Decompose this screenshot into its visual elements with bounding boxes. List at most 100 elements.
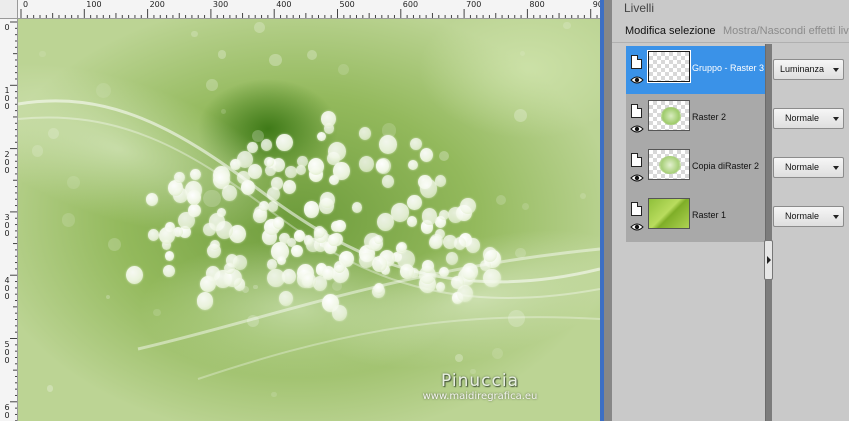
watermark: Pinuccia www.maidiregrafica.eu xyxy=(410,371,550,402)
layer-row[interactable]: Copia diRaster 2 xyxy=(626,144,768,192)
ruler-label: 1 0 0 xyxy=(4,86,10,112)
layer-name: Copia diRaster 2 xyxy=(692,161,760,171)
flower-bell xyxy=(263,157,274,168)
flower-bell xyxy=(158,227,175,244)
flower-bell xyxy=(483,246,498,262)
layer-row[interactable]: Raster 1 xyxy=(626,193,768,241)
app-window: 0100200300400500600700800900 01 0 02 0 0… xyxy=(0,0,849,421)
flower-bell xyxy=(445,252,458,265)
flower-bell xyxy=(352,202,363,213)
ruler-label: 300 xyxy=(212,0,229,9)
blend-mode-select[interactable]: Normale xyxy=(773,206,844,227)
layer-mask-icon[interactable] xyxy=(631,55,642,69)
flower-bell xyxy=(316,131,326,142)
bokeh-dot xyxy=(337,64,349,75)
tab-edit-selection[interactable]: Modifica selezione xyxy=(625,25,716,37)
layer-mask-icon[interactable] xyxy=(631,104,642,118)
flower-bell xyxy=(164,251,175,262)
image-canvas[interactable]: Pinuccia www.maidiregrafica.eu xyxy=(18,19,600,421)
flower-bell xyxy=(359,127,371,140)
panel-divider-line xyxy=(612,42,849,43)
flower-bell xyxy=(319,191,336,209)
layer-thumbnail xyxy=(648,149,690,180)
flower-bell xyxy=(229,158,241,170)
flower-bell xyxy=(422,260,434,273)
flower-bell xyxy=(266,186,280,201)
watermark-title: Pinuccia xyxy=(441,371,519,391)
layer-thumbnail xyxy=(647,50,691,83)
flower-bell xyxy=(297,155,308,167)
bokeh-dot xyxy=(220,108,226,114)
flower-bell xyxy=(462,263,478,280)
eye-icon[interactable] xyxy=(630,173,644,183)
bokeh-dot xyxy=(152,308,161,317)
ruler-label: 800 xyxy=(529,0,545,9)
dropdown-arrow-icon xyxy=(833,117,839,121)
flower-bell xyxy=(282,180,296,194)
bokeh-dot xyxy=(454,353,463,362)
image-window: 0100200300400500600700800900 01 0 02 0 0… xyxy=(0,0,604,421)
blend-mode-select[interactable]: Normale xyxy=(773,157,844,178)
ruler-label: 400 xyxy=(276,0,292,9)
panel-title: Livelli xyxy=(624,1,655,15)
flower-bell xyxy=(407,215,418,227)
flower-bell xyxy=(438,209,449,221)
ruler-label: 700 xyxy=(466,0,482,9)
bokeh-dot xyxy=(206,78,218,91)
flower-bell xyxy=(302,273,316,288)
flower-bell xyxy=(396,241,407,253)
ruler-label: 3 0 0 xyxy=(4,212,10,238)
eye-icon[interactable] xyxy=(630,75,644,85)
bokeh-dot xyxy=(46,385,53,392)
horizontal-ruler[interactable]: 0100200300400500600700800900 xyxy=(18,0,602,19)
flower-bell xyxy=(334,219,346,232)
dropdown-arrow-icon xyxy=(833,215,839,219)
ruler-label: 5 0 0 xyxy=(4,339,10,365)
flower-bell xyxy=(407,159,418,170)
bokeh-dot xyxy=(513,108,527,122)
flower-bell xyxy=(291,245,303,258)
bokeh-dot xyxy=(203,189,221,208)
bokeh-dot xyxy=(47,128,59,139)
flower-bell xyxy=(200,276,216,293)
layers-panel: Livelli Modifica selezione Mostra/Nascon… xyxy=(612,0,849,421)
ruler-label: 200 xyxy=(149,0,165,9)
layer-toggles xyxy=(628,197,645,237)
bokeh-dot xyxy=(269,53,282,67)
dropdown-arrow-icon xyxy=(833,68,839,72)
flower-bell xyxy=(241,180,255,195)
layer-mask-icon[interactable] xyxy=(631,202,642,216)
ruler-corner xyxy=(0,0,18,19)
ruler-label: 4 0 0 xyxy=(4,276,10,302)
flower-bell xyxy=(407,195,422,211)
flower-bell xyxy=(282,269,296,284)
flower-bell xyxy=(328,142,346,161)
panel-splitter[interactable] xyxy=(765,44,772,421)
eye-icon[interactable] xyxy=(630,124,644,134)
flower-bell xyxy=(307,157,325,175)
flower-bell xyxy=(224,262,235,275)
layer-toggles xyxy=(628,99,645,139)
ruler-label: 100 xyxy=(86,0,102,9)
blend-mode-select[interactable]: Normale xyxy=(773,108,844,129)
layer-row[interactable]: Gruppo - Raster 3 xyxy=(626,46,768,94)
blend-mode-value: Normale xyxy=(784,162,819,172)
tab-show-hide-effects[interactable]: Mostra/Nascondi effetti livello xyxy=(723,25,849,37)
flower-bell xyxy=(314,226,326,238)
layer-mask-icon[interactable] xyxy=(631,153,642,167)
bokeh-dot xyxy=(254,22,266,33)
vertical-ruler[interactable]: 0 1 0 0 2 0 0 3 0 0 4 0 0 5 0 0 6 0 xyxy=(0,19,18,421)
blend-mode-value: Normale xyxy=(784,211,819,221)
flower-bell xyxy=(420,147,434,162)
layer-name: Gruppo - Raster 3 xyxy=(692,63,765,73)
eye-icon[interactable] xyxy=(630,222,644,232)
layer-thumbnail xyxy=(648,198,690,229)
bokeh-dot xyxy=(252,284,258,290)
blend-mode-select[interactable]: Luminanza xyxy=(773,59,844,80)
collapse-handle[interactable] xyxy=(764,240,773,280)
flower-bell xyxy=(279,290,294,306)
bokeh-dot xyxy=(67,176,80,190)
layer-row[interactable]: Raster 2 xyxy=(626,95,768,143)
flower-bell xyxy=(178,211,195,229)
blend-mode-value: Normale xyxy=(784,113,819,123)
